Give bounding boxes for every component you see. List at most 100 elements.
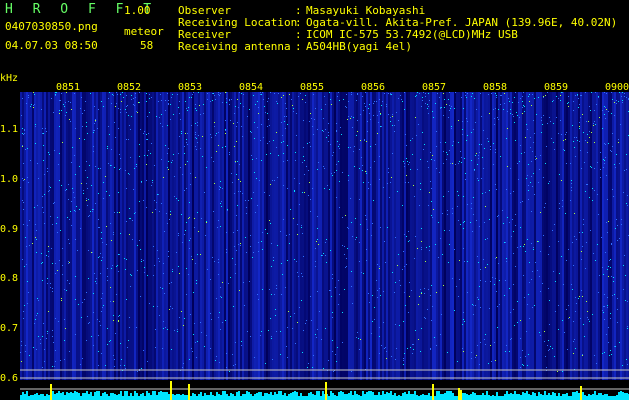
noise-dot: [147, 116, 148, 117]
noise-dot: [483, 168, 484, 169]
noise-dot: [313, 355, 314, 356]
noise-dot: [177, 94, 178, 95]
noise-dot: [395, 237, 396, 238]
noise-dot: [87, 188, 88, 189]
noise-dot: [48, 311, 49, 312]
noise-column: [20, 92, 22, 380]
noise-dot: [229, 99, 230, 100]
noise-dot: [242, 136, 243, 137]
noise-column: [366, 92, 368, 380]
noise-column: [310, 92, 312, 380]
level-bar: [532, 392, 534, 400]
noise-dot: [168, 103, 169, 104]
noise-dot: [292, 328, 293, 329]
level-bar: [536, 396, 538, 400]
noise-column: [618, 92, 620, 380]
noise-dot: [265, 229, 266, 230]
noise-dot: [70, 102, 71, 103]
noise-dot: [238, 191, 239, 192]
noise-column: [608, 92, 610, 380]
noise-dot: [512, 114, 513, 115]
noise-dot: [617, 322, 618, 323]
noise-dot: [348, 228, 349, 229]
time-label-0851: 0851: [56, 82, 80, 93]
noise-dot: [480, 269, 481, 270]
noise-dot: [63, 104, 64, 105]
noise-dot: [437, 93, 438, 94]
noise-dot: [412, 353, 413, 354]
noise-dot: [457, 361, 458, 362]
signal-peak: [580, 386, 582, 400]
noise-dot: [27, 303, 28, 304]
noise-dot: [366, 260, 367, 261]
noise-column: [32, 92, 34, 380]
noise-column: [78, 92, 80, 380]
noise-dot: [535, 159, 536, 160]
noise-dot: [268, 98, 269, 99]
app-version: 1.00: [124, 4, 151, 17]
noise-dot: [118, 254, 119, 255]
noise-dot: [82, 126, 83, 127]
noise-column: [256, 92, 258, 380]
noise-dot: [271, 336, 272, 337]
noise-dot: [26, 264, 27, 265]
noise-dot: [259, 180, 260, 181]
noise-dot: [431, 201, 432, 202]
noise-column: [610, 92, 612, 380]
noise-dot: [53, 203, 54, 204]
level-bar: [184, 395, 186, 400]
noise-dot: [173, 114, 174, 115]
noise-dot: [139, 201, 140, 202]
level-bar: [494, 396, 496, 400]
noise-column: [426, 92, 428, 380]
noise-dot: [244, 305, 245, 306]
level-bar: [524, 393, 526, 400]
noise-dot: [357, 120, 358, 121]
noise-dot: [27, 225, 28, 226]
level-bar: [506, 391, 508, 400]
noise-dot: [406, 158, 407, 159]
noise-dot: [586, 301, 587, 302]
noise-dot: [110, 165, 111, 166]
noise-column: [336, 92, 338, 380]
noise-dot: [26, 246, 27, 247]
noise-dot: [570, 200, 571, 201]
noise-dot: [466, 118, 467, 119]
noise-dot: [52, 336, 53, 337]
noise-dot: [475, 155, 476, 156]
noise-dot: [290, 316, 291, 317]
noise-dot: [467, 121, 468, 122]
noise-dot: [501, 95, 502, 96]
level-bar: [246, 391, 248, 400]
noise-dot: [581, 95, 582, 96]
noise-dot: [328, 135, 329, 136]
noise-dot: [118, 271, 119, 272]
noise-dot: [172, 160, 173, 161]
noise-dot: [388, 172, 389, 173]
noise-dot: [101, 353, 102, 354]
noise-column: [526, 92, 528, 380]
level-bar: [568, 396, 570, 400]
noise-dot: [284, 121, 285, 122]
noise-dot: [176, 198, 177, 199]
noise-dot: [193, 334, 194, 335]
freq-label-0.9: 0.9: [0, 224, 19, 235]
noise-dot: [598, 292, 599, 293]
noise-dot: [158, 258, 159, 259]
noise-dot: [93, 293, 94, 294]
noise-dot: [463, 196, 464, 197]
noise-dot: [173, 154, 174, 155]
noise-dot: [474, 170, 475, 171]
noise-dot: [525, 137, 526, 138]
noise-dot: [564, 150, 565, 151]
noise-dot: [412, 138, 413, 139]
noise-dot: [514, 122, 515, 123]
noise-dot: [613, 277, 614, 278]
noise-dot: [43, 133, 44, 134]
noise-dot: [182, 242, 183, 243]
noise-dot: [304, 192, 305, 193]
noise-dot: [117, 94, 118, 95]
noise-column: [538, 92, 540, 380]
noise-dot: [43, 160, 44, 161]
noise-column: [490, 92, 492, 380]
